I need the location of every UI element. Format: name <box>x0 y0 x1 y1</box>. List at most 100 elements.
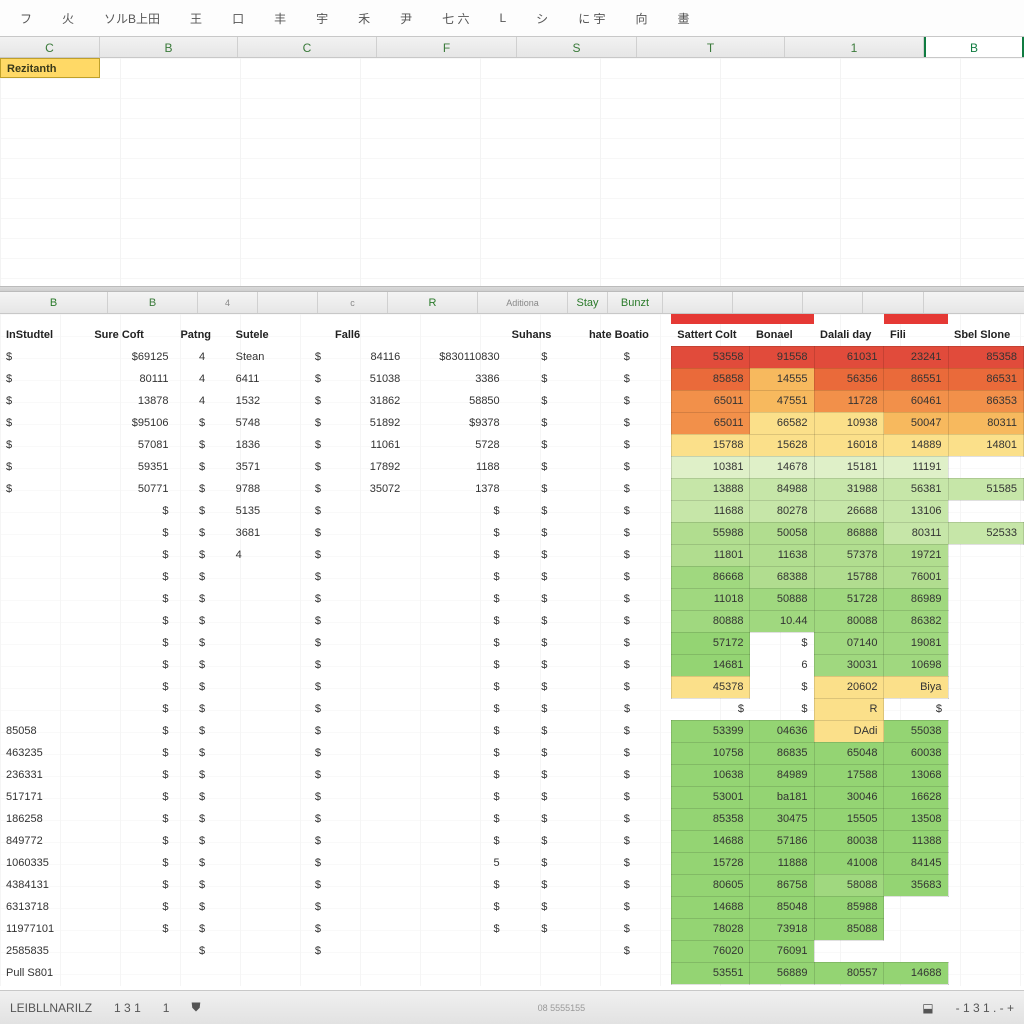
cell[interactable]: $ <box>506 368 583 390</box>
cell[interactable] <box>814 940 884 962</box>
cell[interactable]: $ <box>174 610 229 632</box>
lower-grid-pane[interactable]: InStudtelSure CoftPatngSuteleFall6Suhans… <box>0 314 1024 986</box>
table-header-cell[interactable]: Sutele <box>230 324 307 346</box>
cell[interactable]: 2585835 <box>0 940 88 962</box>
cell[interactable]: 80605 <box>671 874 750 896</box>
cell[interactable]: 3681 <box>230 522 307 544</box>
cell[interactable]: $ <box>406 566 505 588</box>
table-row[interactable]: $$3681$$$$5598850058868888031152533 <box>0 522 1024 544</box>
cell[interactable]: $ <box>506 830 583 852</box>
cell[interactable]: 15628 <box>750 434 814 456</box>
cell[interactable]: 15788 <box>814 566 884 588</box>
cell[interactable]: 1532 <box>230 390 307 412</box>
cell[interactable]: $ <box>307 390 329 412</box>
cell[interactable]: $ <box>174 544 229 566</box>
cell[interactable] <box>583 962 671 984</box>
cell[interactable]: 80088 <box>814 610 884 632</box>
cell[interactable]: 53001 <box>671 786 750 808</box>
cell[interactable]: 13888 <box>671 478 750 500</box>
cell[interactable]: Stean <box>230 346 307 368</box>
cell[interactable]: $ <box>506 500 583 522</box>
cell[interactable] <box>948 566 1024 588</box>
cell[interactable]: $ <box>583 632 671 654</box>
cell[interactable]: 86888 <box>814 522 884 544</box>
cell[interactable]: $ <box>88 742 174 764</box>
cell[interactable] <box>329 808 406 830</box>
cell[interactable] <box>948 742 1024 764</box>
column-header[interactable]: T <box>637 37 785 57</box>
cell[interactable]: 463235 <box>0 742 88 764</box>
cell[interactable]: 51728 <box>814 588 884 610</box>
table-row[interactable]: $$$$$$11018508885172886989 <box>0 588 1024 610</box>
column-header[interactable]: 1 <box>785 37 924 57</box>
cell[interactable]: $ <box>506 390 583 412</box>
cell[interactable]: 13106 <box>884 500 948 522</box>
cell[interactable]: $ <box>406 896 505 918</box>
cell[interactable]: 60038 <box>884 742 948 764</box>
table-header-cell[interactable]: Suhans <box>506 324 583 346</box>
cell[interactable]: 85358 <box>948 346 1024 368</box>
column-header[interactable]: C <box>0 37 100 57</box>
cell[interactable]: $ <box>88 544 174 566</box>
column-header[interactable]: Aditiona <box>478 292 568 313</box>
cell[interactable] <box>230 676 307 698</box>
cell[interactable]: $ <box>174 654 229 676</box>
cell[interactable]: 14889 <box>884 434 948 456</box>
column-header[interactable]: c <box>318 292 388 313</box>
cell[interactable]: 30475 <box>750 808 814 830</box>
cell[interactable] <box>406 962 505 984</box>
cell[interactable]: $ <box>307 918 329 940</box>
cell[interactable] <box>329 874 406 896</box>
cell[interactable]: $ <box>307 786 329 808</box>
table-row[interactable]: $$5135$$$$11688802782668813106 <box>0 500 1024 522</box>
cell[interactable]: $ <box>583 368 671 390</box>
cell[interactable]: 3386 <box>406 368 505 390</box>
cell[interactable]: $ <box>583 390 671 412</box>
cell[interactable]: 58088 <box>814 874 884 896</box>
cell[interactable] <box>329 676 406 698</box>
cell[interactable]: $ <box>506 632 583 654</box>
cell[interactable]: $ <box>583 610 671 632</box>
cell[interactable] <box>230 808 307 830</box>
cell[interactable]: $ <box>88 852 174 874</box>
table-row[interactable]: 849772$$$$$$14688571868003811388 <box>0 830 1024 852</box>
cell[interactable]: $ <box>174 940 229 962</box>
cell[interactable] <box>884 940 948 962</box>
table-header-cell[interactable]: Sbel Slone <box>948 324 1024 346</box>
cell[interactable]: $ <box>174 632 229 654</box>
cell[interactable]: $ <box>506 874 583 896</box>
cell[interactable] <box>230 720 307 742</box>
cell[interactable]: 56356 <box>814 368 884 390</box>
table-header-cell[interactable]: Sattert Colt <box>671 324 750 346</box>
cell[interactable] <box>506 962 583 984</box>
cell[interactable]: $ <box>406 544 505 566</box>
cell[interactable]: $ <box>406 610 505 632</box>
cell[interactable]: $ <box>88 654 174 676</box>
cell[interactable]: $ <box>0 368 88 390</box>
table-row[interactable]: $50771$9788$350721378$$13888849883198856… <box>0 478 1024 500</box>
cell[interactable]: $ <box>506 764 583 786</box>
table-row[interactable]: $57081$1836$110615728$$15788156281601814… <box>0 434 1024 456</box>
cell[interactable]: 51585 <box>948 478 1024 500</box>
cell[interactable]: $ <box>406 786 505 808</box>
cell[interactable] <box>329 720 406 742</box>
cell[interactable]: 1378 <box>406 478 505 500</box>
cell[interactable] <box>329 522 406 544</box>
cell[interactable]: 11061 <box>329 434 406 456</box>
cell[interactable]: 84988 <box>750 478 814 500</box>
cell[interactable]: $ <box>506 786 583 808</box>
cell[interactable]: $ <box>506 676 583 698</box>
cell[interactable]: 85358 <box>671 808 750 830</box>
cell[interactable] <box>948 720 1024 742</box>
cell[interactable]: $ <box>0 478 88 500</box>
cell[interactable] <box>884 896 948 918</box>
cell[interactable]: $ <box>506 412 583 434</box>
cell[interactable]: 07140 <box>814 632 884 654</box>
cell[interactable]: $ <box>307 698 329 720</box>
cell[interactable]: $ <box>307 566 329 588</box>
cell[interactable]: $ <box>174 698 229 720</box>
cell[interactable]: 51038 <box>329 368 406 390</box>
cell[interactable]: 86353 <box>948 390 1024 412</box>
cell[interactable] <box>230 852 307 874</box>
cell[interactable]: 14801 <box>948 434 1024 456</box>
